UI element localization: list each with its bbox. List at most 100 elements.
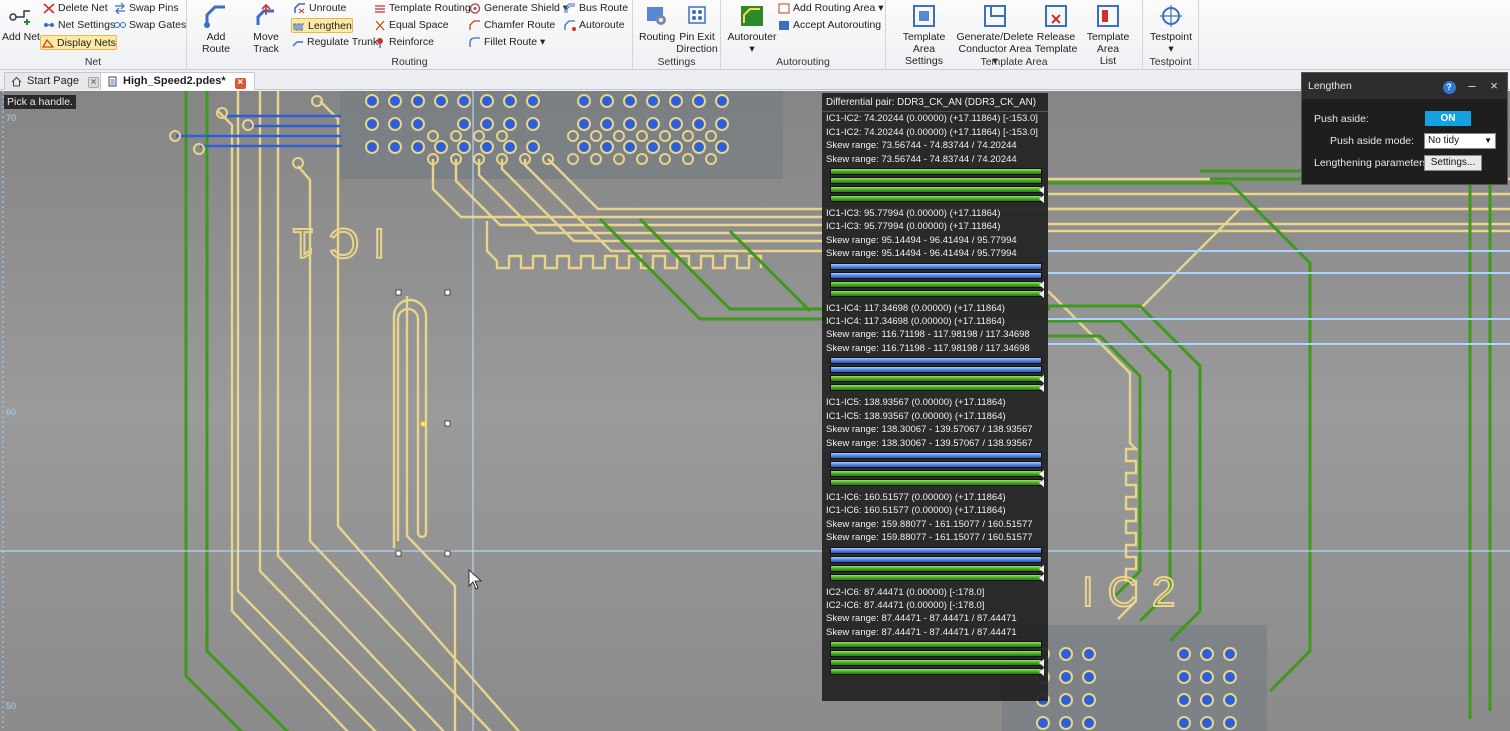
push-aside-mode-select[interactable]: No tidy ▼ [1424, 133, 1496, 149]
length-bar [830, 384, 1044, 393]
pcb-canvas[interactable]: IC1 IC2 Pick a handle. 70 60 50 Differen… [0, 91, 1510, 731]
document-tab-bar: Start Page × High_Speed2.pdes* × [0, 70, 1510, 90]
diff-pair-line: IC1-IC3: 95.77994 (0.00000) (+17.11864) [826, 221, 1001, 233]
length-bar [830, 289, 1044, 298]
settings-group-label: Settings [657, 56, 696, 68]
add-route-button[interactable]: Add Route [193, 3, 239, 55]
add-routing-area-icon [778, 3, 790, 14]
net-settings-icon [44, 23, 54, 27]
pin-exit-direction-button[interactable]: Pin Exit Direction [675, 3, 719, 55]
regulate-trunk-button[interactable]: Regulate Trunk [291, 35, 378, 50]
arrow-left-icon [1039, 195, 1044, 204]
push-aside-mode-label: Push aside mode: [1330, 135, 1415, 147]
accept-autorouting-icon [779, 21, 789, 30]
add-net-icon [9, 10, 30, 25]
release-template-icon [1045, 5, 1067, 27]
accept-autorouting-button[interactable]: Accept Autorouting [777, 18, 881, 33]
pin-exit-direction-icon [688, 6, 706, 24]
lengthen-button[interactable]: Lengthen [291, 18, 353, 33]
display-nets-button[interactable]: Display Nets [40, 35, 117, 50]
reinforce-button[interactable]: Reinforce [373, 35, 434, 50]
diff-pair-line: Skew range: 73.56744 - 74.83744 / 74.202… [826, 153, 1017, 165]
length-bar [830, 366, 1042, 374]
ruler-label-70: 70 [6, 113, 17, 123]
diff-pair-line: Skew range: 73.56744 - 74.83744 / 74.202… [826, 140, 1017, 152]
chamfer-route-button[interactable]: Chamfer Route [468, 18, 555, 33]
length-bar [830, 186, 1044, 195]
document-icon [108, 76, 117, 87]
pcb-board-drawing[interactable]: IC1 IC2 [0, 91, 1510, 731]
close-icon[interactable]: × [234, 78, 246, 89]
swap-pins-button[interactable]: Swap Pins [113, 1, 179, 16]
routing-settings-icon [647, 7, 666, 25]
bus-route-button[interactable]: Bus Route [563, 1, 628, 16]
template-routing-button[interactable]: Template Routing [373, 1, 471, 16]
generate-shield-button[interactable]: Generate Shield ▾ [468, 1, 568, 16]
arrow-left-icon [1039, 564, 1044, 573]
diff-pair-line: IC1-IC6: 160.51577 (0.00000) (+17.11864) [826, 491, 1006, 503]
add-routing-area-button[interactable]: Add Routing Area ▾ [777, 1, 884, 16]
arrow-left-icon [1039, 573, 1044, 582]
diff-pair-line: Skew range: 95.14494 - 96.41494 / 95.779… [826, 234, 1017, 246]
length-bars [830, 451, 1044, 489]
diff-pair-line: IC1-IC3: 95.77994 (0.00000) (+17.11864) [826, 208, 1001, 220]
autorouter-button[interactable]: Autorouter ▾ [727, 3, 777, 55]
net-settings-button[interactable]: Net Settings [42, 18, 115, 33]
lengthen-panel-header[interactable]: Lengthen ? – × [1302, 73, 1507, 99]
delete-net-icon [43, 3, 55, 14]
length-bars [830, 641, 1044, 678]
net-group-label: Net [84, 56, 102, 68]
conductor-area-icon [984, 5, 1006, 27]
fillet-route-button[interactable]: Fillet Route ▾ [468, 35, 545, 50]
swap-gates-icon [114, 22, 126, 28]
delete-net-button[interactable]: Delete Net [42, 1, 108, 16]
lengthening-parameters-label: Lengthening parameters: [1314, 157, 1431, 169]
push-aside-toggle[interactable]: ON [1425, 111, 1471, 126]
close-icon[interactable]: × [88, 77, 100, 88]
swap-gates-button[interactable]: Swap Gates [113, 18, 186, 33]
diff-pair-line: Skew range: 87.44471 - 87.44471 / 87.444… [826, 626, 1017, 638]
length-bar [830, 641, 1042, 649]
blue-traces-right [1048, 250, 1510, 345]
close-icon[interactable]: × [1485, 73, 1503, 99]
testpoint-button[interactable]: Testpoint ▾ [1147, 3, 1195, 55]
fillet-route-icon [469, 37, 480, 47]
diff-pair-line: IC1-IC2: 74.20244 (0.00000) (+17.11864) … [826, 126, 1038, 138]
diff-pair-group: IC1-IC6: 160.51577 (0.00000) (+17.11864)… [822, 491, 1048, 584]
diff-pair-line: Skew range: 159.88077 - 161.15077 / 160.… [826, 532, 1033, 544]
length-bar [830, 177, 1042, 185]
add-net-button[interactable]: Add Net [2, 3, 40, 43]
arrow-left-icon [1039, 280, 1044, 289]
diff-pair-line: Skew range: 116.71198 - 117.98198 / 117.… [826, 342, 1030, 354]
release-template-button[interactable]: Release Template [1034, 3, 1078, 55]
testpoint-group: Testpoint ▾ Testpoint [1143, 0, 1199, 70]
ic2-label: IC2 [1082, 568, 1189, 615]
diff-pair-line: IC2-IC6: 87.44471 (0.00000) [-:178.0] [826, 599, 985, 611]
ruler-label-50: 50 [6, 701, 17, 711]
help-icon[interactable]: ? [1440, 73, 1458, 99]
chamfer-route-icon [469, 20, 480, 30]
routing-settings-button[interactable]: Routing [639, 3, 675, 43]
selection-handles[interactable] [395, 289, 451, 557]
minimize-icon[interactable]: – [1463, 73, 1481, 99]
move-track-button[interactable]: Move Track [241, 3, 291, 55]
tab-start-page[interactable]: Start Page × [4, 72, 109, 90]
diff-pair-line: Skew range: 138.30067 - 139.57067 / 138.… [826, 424, 1033, 436]
tab-high-speed2[interactable]: High_Speed2.pdes* × [100, 72, 255, 90]
autoroute-button[interactable]: Autoroute [563, 18, 625, 33]
equal-space-button[interactable]: Equal Space [373, 18, 449, 33]
swap-pins-icon [115, 3, 125, 14]
tab-start-page-label: Start Page [27, 75, 79, 87]
diff-pair-group: IC1-IC2: 74.20244 (0.00000) (+17.11864) … [822, 112, 1048, 205]
unroute-button[interactable]: Unroute [293, 1, 346, 16]
diff-pair-line: Skew range: 138.30067 - 139.57067 / 138.… [826, 437, 1033, 449]
equal-space-icon [375, 20, 385, 31]
length-bar [830, 262, 1042, 270]
tab-high-speed2-label: High_Speed2.pdes* [123, 75, 226, 87]
move-track-icon [256, 3, 274, 25]
generate-shield-icon [469, 3, 481, 14]
arrow-left-icon [1039, 375, 1044, 384]
settings-button[interactable]: Settings... [1424, 155, 1482, 171]
diff-pair-line: IC1-IC2: 74.20244 (0.00000) (+17.11864) … [826, 113, 1038, 125]
arrow-left-icon [1039, 659, 1044, 668]
